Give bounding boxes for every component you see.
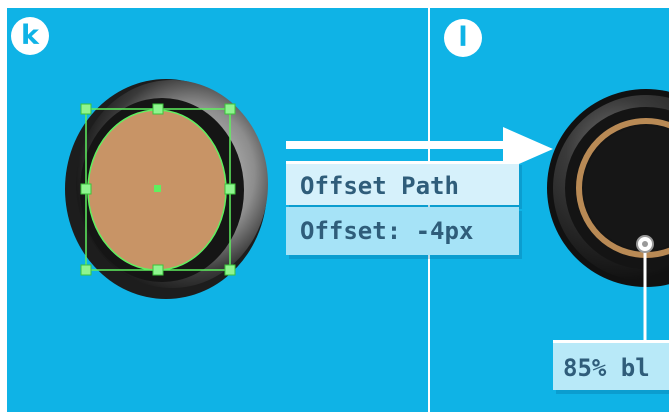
selection-handle: [224, 264, 236, 276]
selection-handle: [80, 264, 92, 276]
selection-handle: [224, 103, 236, 115]
selection-handle: [152, 264, 164, 276]
step-badge-l: l: [444, 19, 482, 57]
blend-opacity-label: 85% bl: [553, 340, 669, 390]
path-operation-label: Offset Path: [286, 161, 519, 205]
selection-handle: [224, 183, 236, 195]
step-badge-k: k: [11, 17, 49, 55]
offset-setting-label: Offset: -4px: [286, 207, 519, 255]
arrow-shaft: [286, 141, 428, 149]
pointer-dot-center: [642, 241, 648, 247]
illustration-canvas: k l Offset Path Offset: -4px 85% bl: [0, 0, 669, 412]
selection-handle: [80, 103, 92, 115]
center-point: [154, 185, 161, 192]
selection-handle: [152, 103, 164, 115]
selection-handle: [80, 183, 92, 195]
